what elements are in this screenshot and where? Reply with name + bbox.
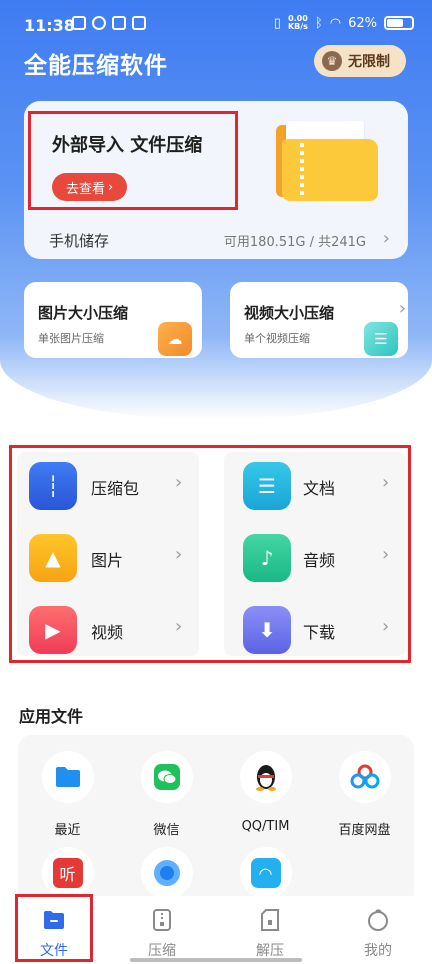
tab-bar: 文件 压缩 解压 我的 [0, 896, 432, 964]
battery-icon [384, 16, 414, 30]
category-label: 压缩包 [91, 479, 140, 498]
download-icon: ⬇ [243, 606, 291, 654]
status-time: 11:38 [24, 16, 75, 35]
video-compress-title: 视频大小压缩 [244, 304, 335, 322]
chevron-right-icon[interactable]: › [383, 228, 390, 249]
wechat-icon [140, 751, 193, 803]
category-video[interactable]: ▶ 视频 › [17, 596, 199, 668]
chevron-right-icon: › [175, 616, 183, 637]
image-icon: ▲ [29, 534, 77, 582]
app-wechat[interactable]: 微信 [117, 751, 216, 838]
notification-icon [132, 16, 146, 30]
vip-button[interactable]: ♛ 无限制 [314, 45, 406, 77]
view-button[interactable]: 去查看 › [52, 173, 128, 201]
image-compress-subtitle: 单张图片压缩 [38, 332, 104, 345]
folder-icon [41, 751, 94, 803]
category-audio[interactable]: ♪ 音频 › [224, 524, 406, 596]
app-label: 百度网盘 [338, 823, 391, 838]
category-label: 图片 [91, 551, 124, 570]
battery-percent: 62% [348, 15, 377, 31]
import-card: 外部导入 文件压缩 去查看 › 手机储存 可用180.51G / 共241G › [24, 101, 408, 259]
apps-panel: 最近 微信 QQ/TIM 百度网盘 听 ◠ [18, 735, 414, 905]
compress-icon [153, 909, 171, 931]
category-label: 音频 [303, 551, 336, 570]
app-wifi-transfer[interactable]: ◠ [216, 847, 315, 899]
storage-value: 可用180.51G / 共241G [223, 235, 366, 250]
tab-label: 压缩 [148, 943, 176, 959]
category-panel-left: ┆ 压缩包 › ▲ 图片 › ▶ 视频 › [17, 452, 199, 656]
category-label: 下载 [303, 623, 336, 642]
category-image[interactable]: ▲ 图片 › [17, 524, 199, 596]
tab-label: 解压 [256, 943, 284, 959]
app-label: QQ/TIM [241, 819, 290, 834]
app-qq[interactable]: QQ/TIM [216, 751, 315, 834]
category-document[interactable]: ☰ 文档 › [224, 452, 406, 524]
play-icon: ▶ [29, 606, 77, 654]
ting-icon: 听 [41, 847, 94, 899]
zip-icon: ┆ [29, 462, 77, 510]
bluetooth-icon: ᛒ [314, 15, 323, 31]
extract-icon [261, 909, 279, 931]
category-download[interactable]: ⬇ 下载 › [224, 596, 406, 668]
chevron-right-icon: › [382, 616, 390, 637]
tab-profile[interactable]: 我的 [324, 896, 432, 964]
tab-compress[interactable]: 压缩 [108, 896, 216, 964]
notification-icon [72, 16, 86, 30]
chevron-right-icon: › [108, 179, 114, 195]
wifi-icon: ◠ [329, 15, 342, 31]
document-icon: ☰ [243, 462, 291, 510]
profile-icon [368, 909, 388, 931]
tiktok-icon [112, 16, 126, 30]
category-label: 视频 [91, 623, 124, 642]
category-label: 文档 [303, 479, 336, 498]
crown-icon: ♛ [322, 51, 342, 71]
wifi-transfer-icon: ◠ [239, 847, 292, 899]
chevron-right-icon: › [382, 472, 390, 493]
app-ting[interactable]: 听 [18, 847, 117, 899]
app-label: 最近 [54, 823, 81, 838]
vip-label: 无限制 [348, 54, 390, 70]
tab-label: 我的 [364, 943, 392, 959]
import-title: 外部导入 文件压缩 [52, 135, 203, 156]
storage-label[interactable]: 手机储存 [49, 230, 109, 251]
zip-folder-icon [276, 121, 378, 203]
video-doc-icon: ☰ [364, 322, 398, 356]
video-compress-subtitle: 单个视频压缩 [244, 332, 310, 345]
app-blue[interactable] [117, 847, 216, 899]
app-recent[interactable]: 最近 [18, 751, 117, 838]
chevron-right-icon: › [398, 298, 406, 319]
baidu-netdisk-icon [338, 751, 391, 803]
chevron-right-icon: › [175, 472, 183, 493]
network-speed: 0.00 KB/s [288, 15, 308, 31]
app-title: 全能压缩软件 [24, 53, 168, 79]
tab-files[interactable]: 文件 [0, 896, 108, 964]
image-compress-title: 图片大小压缩 [38, 304, 129, 322]
category-zip[interactable]: ┆ 压缩包 › [17, 452, 199, 524]
music-note-icon: ♪ [243, 534, 291, 582]
chevron-right-icon: › [382, 544, 390, 565]
vibrate-icon: ▯ [273, 15, 281, 31]
home-indicator[interactable] [130, 958, 302, 962]
ting-icon-glyph: 听 [52, 858, 83, 888]
app-label: 微信 [153, 823, 180, 838]
status-bar: 11:38 ▯ 0.00 KB/s ᛒ ◠ 62% [0, 0, 432, 50]
cloud-image-icon: ☁ [158, 322, 192, 356]
view-button-label: 去查看 [66, 181, 106, 197]
video-compress-card[interactable]: 视频大小压缩 单个视频压缩 › ☰ [230, 282, 408, 358]
apps-section-title: 应用文件 [19, 707, 84, 726]
net-speed-unit: KB/s [287, 22, 308, 31]
qq-penguin-icon [239, 751, 292, 803]
app-circle-icon [140, 847, 193, 899]
image-compress-card[interactable]: 图片大小压缩 单张图片压缩 ☁ [24, 282, 202, 358]
notification-icon [92, 16, 106, 30]
file-folder-icon [44, 911, 64, 929]
tab-extract[interactable]: 解压 [216, 896, 324, 964]
category-panel-right: ☰ 文档 › ♪ 音频 › ⬇ 下载 › [224, 452, 406, 656]
tab-label: 文件 [40, 943, 68, 959]
app-baidu-netdisk[interactable]: 百度网盘 [315, 751, 414, 838]
chevron-right-icon: › [175, 544, 183, 565]
notification-icons [72, 16, 146, 30]
status-right: ▯ 0.00 KB/s ᛒ ◠ 62% [274, 15, 414, 31]
